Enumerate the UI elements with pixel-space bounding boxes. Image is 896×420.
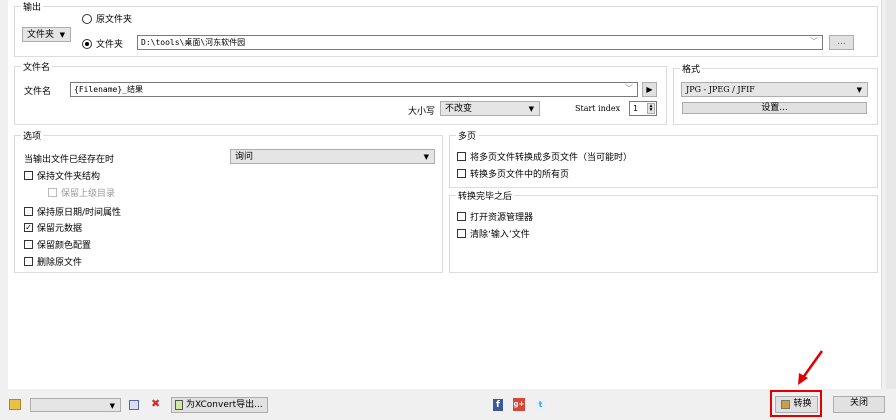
exists-value: 询问 xyxy=(235,152,254,162)
multipage-convert-checkbox[interactable]: 将多页文件转换成多页文件（当可能时） xyxy=(457,150,632,163)
chevron-down-icon[interactable]: ﹀ xyxy=(810,36,818,48)
dropdown-arrow-icon: ▼ xyxy=(423,153,429,161)
case-value: 不改变 xyxy=(445,104,473,114)
multipage-all-pages-checkbox[interactable]: 转换多页文件中的所有页 xyxy=(457,167,569,180)
checkbox-label: 删除原文件 xyxy=(37,258,83,268)
output-title: 输出 xyxy=(21,0,44,13)
filename-value: {Filename}_结果 xyxy=(74,85,143,94)
checkbox-icon xyxy=(24,240,33,249)
folder-path-input[interactable]: D:\tools\桌面\河东软件园 ﹀ xyxy=(137,35,823,50)
options-title: 选项 xyxy=(21,129,44,142)
dropdown-arrow-icon: ▼ xyxy=(59,31,65,39)
red-arrow-annotation xyxy=(798,350,824,385)
keep-datetime-checkbox[interactable]: 保持原日期/时间属性 xyxy=(24,205,121,218)
start-index-value: 1 xyxy=(633,104,638,113)
radio-original-folder[interactable]: 原文件夹 xyxy=(82,12,132,25)
checkbox-icon xyxy=(457,152,466,161)
format-title: 格式 xyxy=(680,62,703,75)
save-icon[interactable] xyxy=(129,400,139,410)
convert-button[interactable]: 转换 xyxy=(775,396,818,413)
radio-selected-icon xyxy=(82,38,92,49)
checkbox-label: 保持文件夹结构 xyxy=(37,172,101,182)
dropdown-arrow-icon: ▼ xyxy=(109,402,115,410)
keep-folder-structure-checkbox[interactable]: 保持文件夹结构 xyxy=(24,169,100,182)
export-icon xyxy=(175,400,183,410)
keep-metadata-checkbox[interactable]: ✓ 保留元数据 xyxy=(24,221,82,234)
dropdown-arrow-icon: ▼ xyxy=(856,86,862,94)
checkbox-icon xyxy=(24,257,33,266)
checkbox-icon xyxy=(48,188,57,197)
checkmark-icon: ✓ xyxy=(24,223,33,232)
exists-label: 当输出文件已经存在时 xyxy=(24,155,115,165)
preset-select[interactable]: ▼ xyxy=(30,398,121,412)
browse-button[interactable]: ... xyxy=(829,35,854,50)
clear-input-checkbox[interactable]: 清除‘输入’文件 xyxy=(457,227,530,240)
convert-icon xyxy=(781,400,791,409)
output-mode-select[interactable]: 文件夹 ▼ xyxy=(22,27,71,42)
chevron-down-icon[interactable]: ﹀ xyxy=(625,83,633,95)
close-button[interactable]: 关闭 xyxy=(833,396,885,413)
delete-original-checkbox[interactable]: 删除原文件 xyxy=(24,255,82,268)
delete-icon[interactable]: ✖ xyxy=(151,397,160,410)
filename-label: 文件名 xyxy=(24,87,52,97)
google-plus-icon[interactable]: g+ xyxy=(513,398,525,411)
checkbox-icon xyxy=(457,169,466,178)
convert-label: 转换 xyxy=(793,399,812,409)
checkbox-label: 保留元数据 xyxy=(37,224,83,234)
exists-select[interactable]: 询问 ▼ xyxy=(230,149,435,164)
insert-token-button[interactable]: ▶ xyxy=(642,82,657,97)
case-select[interactable]: 不改变 ▼ xyxy=(440,101,540,116)
checkbox-label: 保留颜色配置 xyxy=(37,241,92,251)
case-label: 大小写 xyxy=(408,107,436,117)
after-title: 转换完毕之后 xyxy=(456,189,515,202)
scrollbar[interactable] xyxy=(886,0,896,389)
checkbox-icon xyxy=(457,212,466,221)
checkbox-icon xyxy=(457,229,466,238)
format-value: JPG - JPEG / JFIF xyxy=(686,85,755,94)
keep-color-profile-checkbox[interactable]: 保留颜色配置 xyxy=(24,238,91,251)
twitter-icon[interactable]: t xyxy=(535,399,546,411)
checkbox-label: 清除‘输入’文件 xyxy=(470,230,530,240)
checkbox-icon xyxy=(24,207,33,216)
checkbox-label: 保持原日期/时间属性 xyxy=(37,208,122,218)
radio-folder[interactable]: 文件夹 xyxy=(82,37,123,50)
checkbox-label: 保留上级目录 xyxy=(61,189,116,199)
start-index-spinner[interactable]: 1 ▲ ▼ xyxy=(629,101,657,116)
facebook-icon[interactable]: f xyxy=(493,399,503,411)
folder-icon[interactable] xyxy=(9,399,21,410)
play-icon: ▶ xyxy=(646,85,653,94)
start-index-label: Start index xyxy=(575,104,621,113)
multipage-title: 多页 xyxy=(456,129,479,142)
dropdown-arrow-icon: ▼ xyxy=(528,105,534,113)
filename-title: 文件名 xyxy=(21,60,53,73)
output-mode-value: 文件夹 xyxy=(27,30,55,40)
checkbox-label: 将多页文件转换成多页文件（当可能时） xyxy=(470,153,633,163)
format-select[interactable]: JPG - JPEG / JFIF ▼ xyxy=(681,82,868,97)
checkbox-icon xyxy=(24,171,33,180)
export-button[interactable]: 为XConvert导出... xyxy=(171,397,268,413)
spinner-arrows-icon[interactable]: ▲ ▼ xyxy=(647,103,655,114)
format-settings-button[interactable]: 设置... xyxy=(682,102,867,114)
radio-folder-label: 文件夹 xyxy=(96,40,124,50)
checkbox-label: 打开资源管理器 xyxy=(470,213,534,223)
filename-input[interactable]: {Filename}_结果 ﹀ xyxy=(70,82,638,97)
keep-parent-dir-checkbox[interactable]: 保留上级目录 xyxy=(48,186,115,199)
radio-original-label: 原文件夹 xyxy=(96,15,133,25)
radio-icon xyxy=(82,13,92,24)
checkbox-label: 转换多页文件中的所有页 xyxy=(470,170,570,180)
export-label: 为XConvert导出... xyxy=(186,399,263,410)
open-explorer-checkbox[interactable]: 打开资源管理器 xyxy=(457,210,533,223)
folder-path-value: D:\tools\桌面\河东软件园 xyxy=(141,38,246,47)
